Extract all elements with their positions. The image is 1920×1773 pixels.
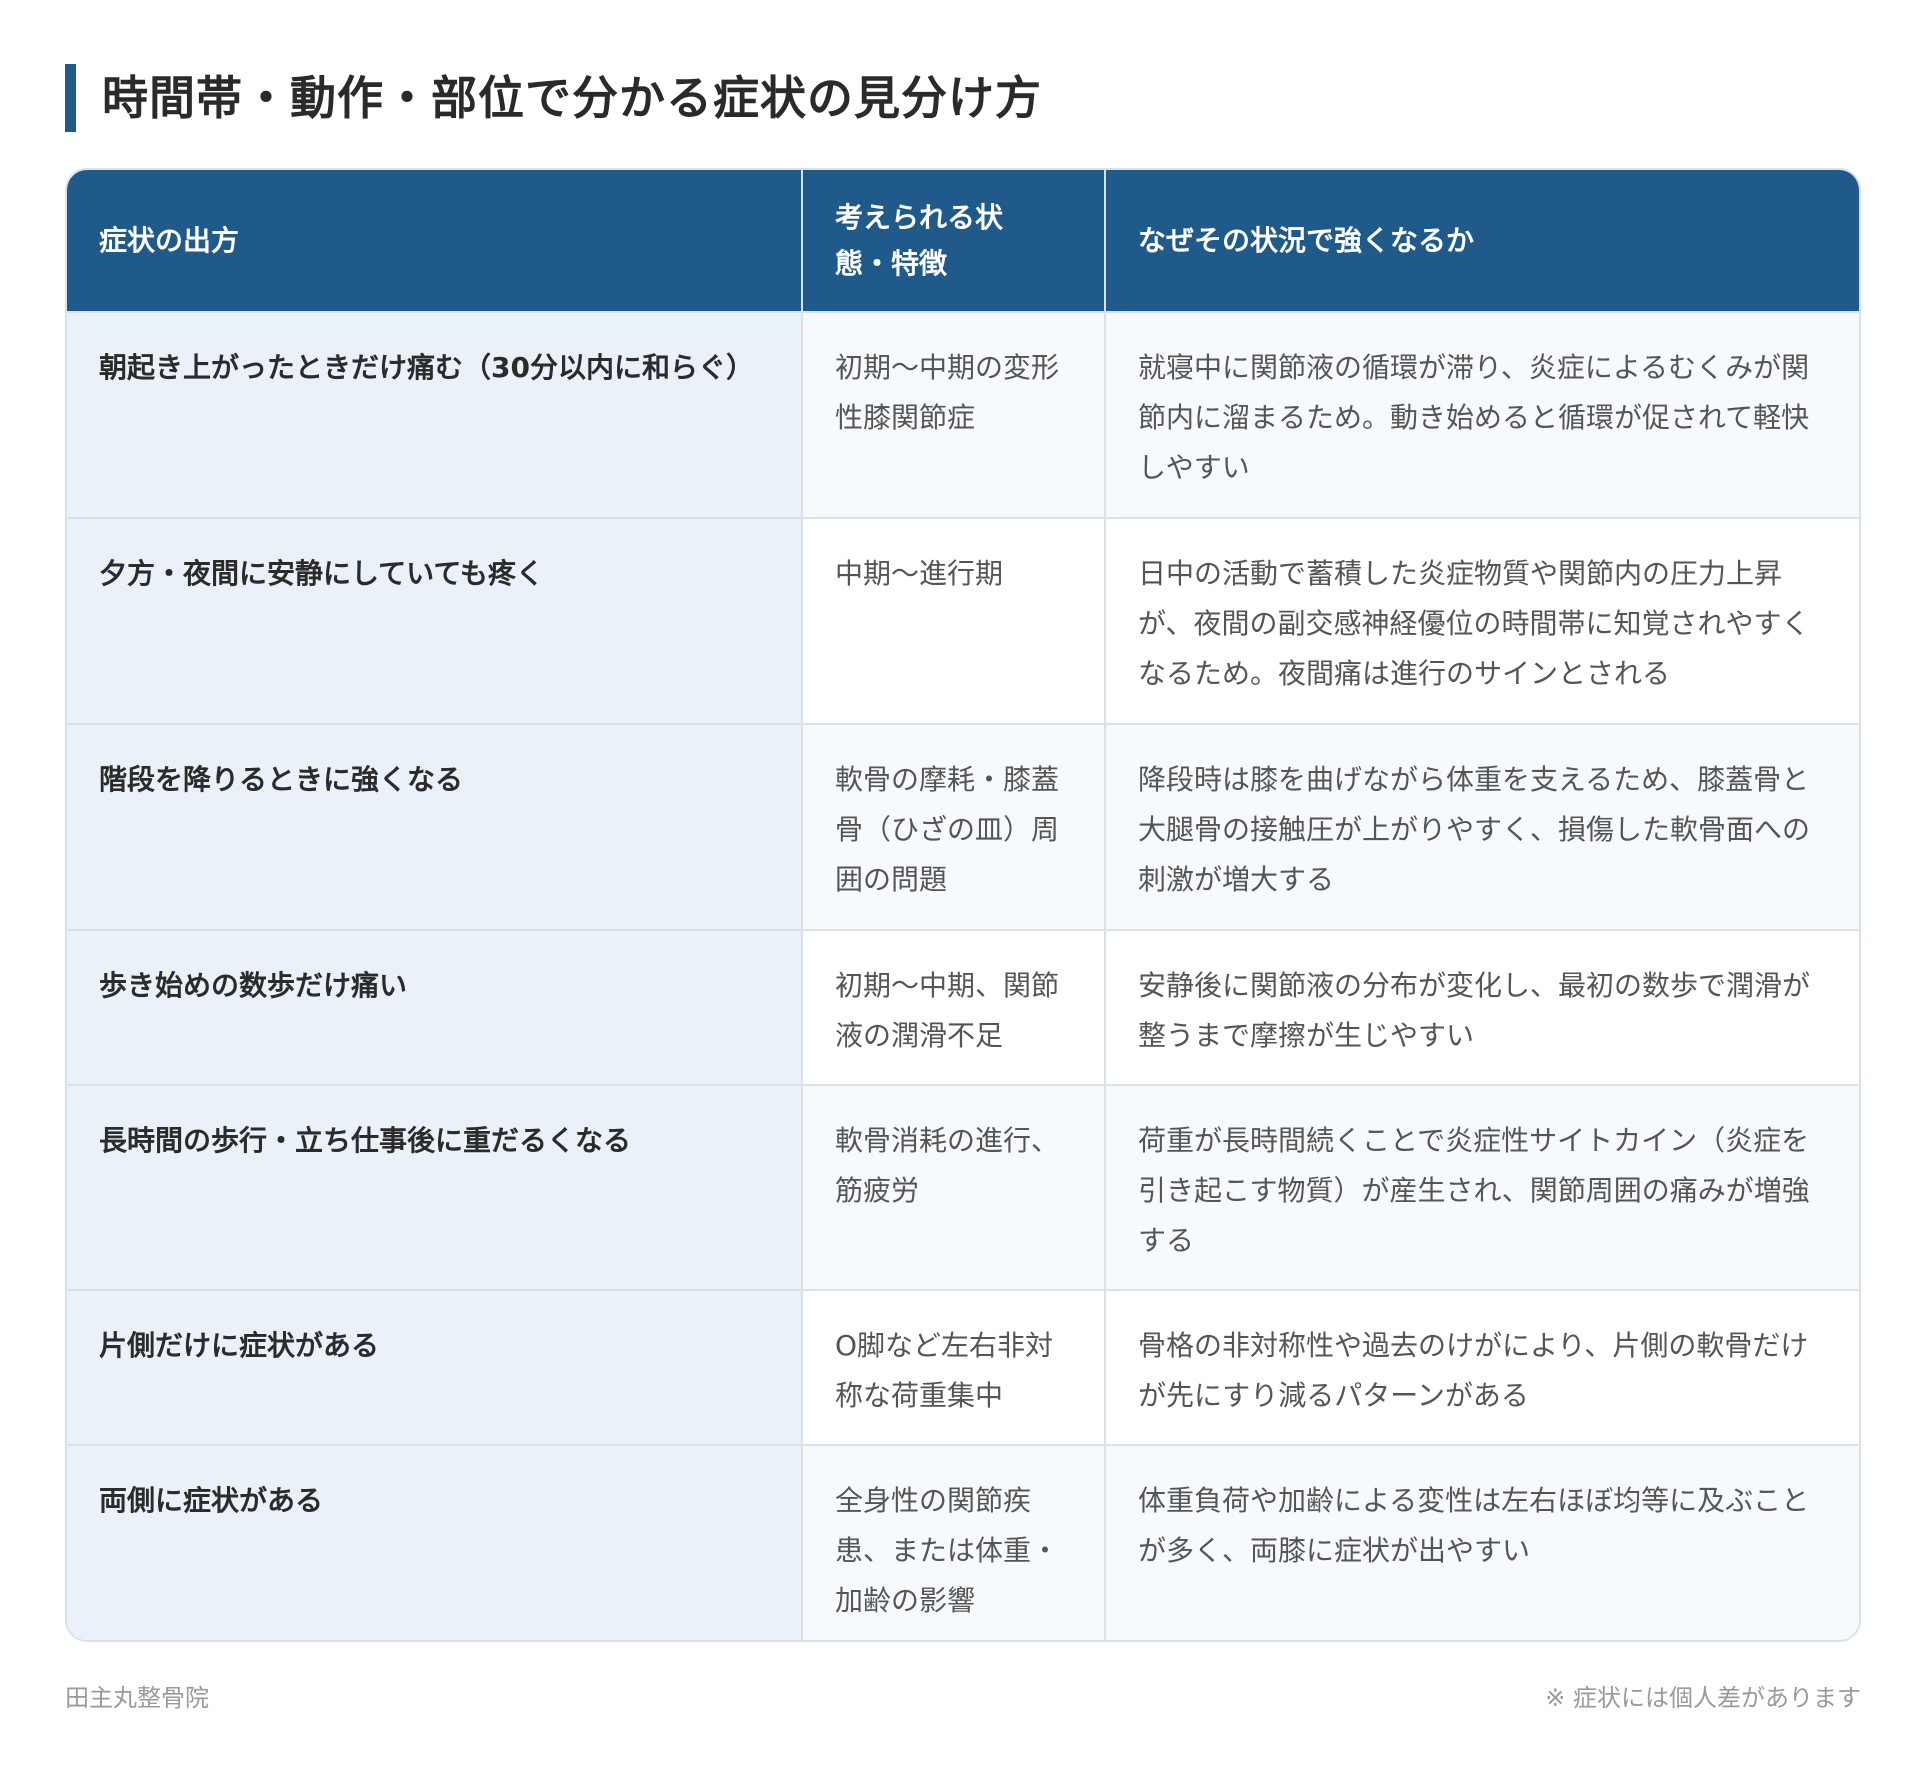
row-symptom: 階段を降りるときに強くなる	[67, 723, 803, 930]
row-symptom: 歩き始めの数歩だけ痛い	[67, 929, 803, 1085]
row-reason: 骨格の非対称性や過去のけがにより、片側の軟骨だけが先にすり減るパターンがある	[1105, 1289, 1859, 1445]
row-reason: 降段時は膝を曲げながら体重を支えるため、膝蓋骨と大腿骨の接触圧が上がりやすく、損…	[1105, 723, 1859, 930]
row-state: 軟骨消耗の進行、筋疲労	[802, 1084, 1106, 1290]
table-row: 片側だけに症状がある O脚など左右非対称な荷重集中 骨格の非対称性や過去のけがに…	[67, 1289, 1859, 1445]
row-state: 初期〜中期の変形性膝関節症	[802, 311, 1106, 518]
table-row: 夕方・夜間に安静にしていても疼く 中期〜進行期 日中の活動で蓄積した炎症物質や関…	[67, 517, 1859, 724]
header-symptom: 症状の出方	[67, 170, 803, 312]
table-row: 歩き始めの数歩だけ痛い 初期〜中期、関節液の潤滑不足 安静後に関節液の分布が変化…	[67, 929, 1859, 1085]
header-state-line1: 考えられる状	[835, 200, 1004, 234]
row-state: 軟骨の摩耗・膝蓋骨（ひざの皿）周囲の問題	[802, 723, 1106, 930]
table-row: 両側に症状がある 全身性の関節疾患、または体重・加齢の影響 体重負荷や加齢による…	[67, 1444, 1859, 1640]
disclaimer-note: ※ 症状には個人差があります	[1545, 1684, 1861, 1712]
header-state: 考えられる状 態・特徴	[802, 170, 1106, 312]
row-reason: 体重負荷や加齢による変性は左右ほぼ均等に及ぶことが多く、両膝に症状が出やすい	[1105, 1444, 1859, 1640]
page-title: 時間帯・動作・部位で分かる症状の見分け方	[65, 64, 1042, 132]
row-state: O脚など左右非対称な荷重集中	[802, 1289, 1106, 1445]
row-reason: 荷重が長時間続くことで炎症性サイトカイン（炎症を引き起こす物質）が産生され、関節…	[1105, 1084, 1859, 1290]
row-symptom: 両側に症状がある	[67, 1444, 803, 1640]
table-header-row: 症状の出方 考えられる状 態・特徴 なぜその状況で強くなるか	[67, 170, 1859, 312]
header-reason: なぜその状況で強くなるか	[1105, 170, 1859, 312]
row-symptom: 朝起き上がったときだけ痛む（30分以内に和らぐ）	[67, 311, 803, 518]
row-reason: 就寝中に関節液の循環が滞り、炎症によるむくみが関節内に溜まるため。動き始めると循…	[1105, 311, 1859, 518]
row-symptom: 夕方・夜間に安静にしていても疼く	[67, 517, 803, 724]
symptom-table: 症状の出方 考えられる状 態・特徴 なぜその状況で強くなるか 朝起き上がったときだ…	[65, 168, 1861, 1642]
row-reason: 日中の活動で蓄積した炎症物質や関節内の圧力上昇が、夜間の副交感神経優位の時間帯に…	[1105, 517, 1859, 724]
row-state: 全身性の関節疾患、または体重・加齢の影響	[802, 1444, 1106, 1640]
row-state: 中期〜進行期	[802, 517, 1106, 724]
row-symptom: 長時間の歩行・立ち仕事後に重だるくなる	[67, 1084, 803, 1290]
clinic-name: 田主丸整骨院	[65, 1684, 209, 1712]
row-symptom: 片側だけに症状がある	[67, 1289, 803, 1445]
header-state-line2: 態・特徴	[835, 246, 948, 280]
table-row: 朝起き上がったときだけ痛む（30分以内に和らぐ） 初期〜中期の変形性膝関節症 就…	[67, 311, 1859, 518]
table-row: 階段を降りるときに強くなる 軟骨の摩耗・膝蓋骨（ひざの皿）周囲の問題 降段時は膝…	[67, 723, 1859, 930]
table-row: 長時間の歩行・立ち仕事後に重だるくなる 軟骨消耗の進行、筋疲労 荷重が長時間続く…	[67, 1084, 1859, 1290]
row-state: 初期〜中期、関節液の潤滑不足	[802, 929, 1106, 1085]
row-reason: 安静後に関節液の分布が変化し、最初の数歩で潤滑が整うまで摩擦が生じやすい	[1105, 929, 1859, 1085]
